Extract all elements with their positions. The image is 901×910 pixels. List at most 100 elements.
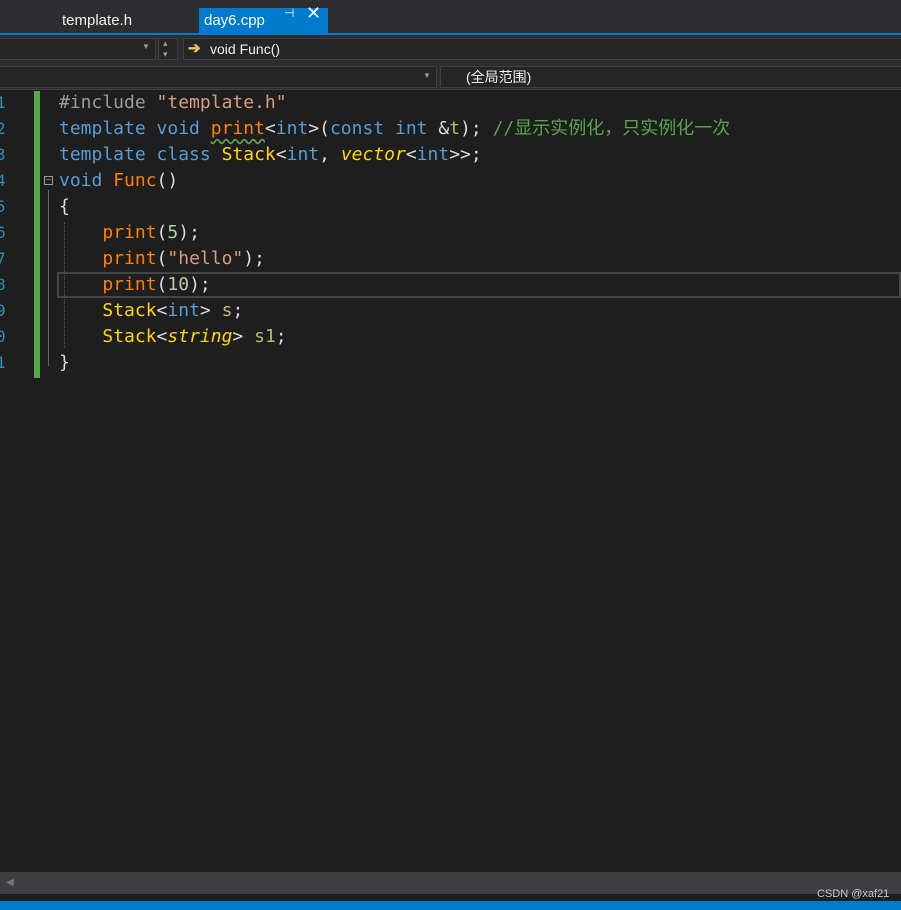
watermark: CSDN @xaf21 [817, 888, 890, 900]
code-token: int [275, 118, 309, 139]
scope-label: (全局范围) [466, 69, 532, 85]
line-number: 4 [0, 171, 6, 190]
code-token: 10 [167, 274, 190, 295]
change-indicator [34, 91, 40, 378]
code-token: ); [460, 118, 493, 139]
line-number: 9 [0, 301, 6, 320]
code-token: string [167, 326, 233, 347]
code-line[interactable]: Stack<int> s; [59, 298, 243, 324]
code-token: print [102, 274, 157, 295]
code-token: Stack [221, 144, 276, 165]
code-token: print [102, 248, 157, 269]
code-editor[interactable] [0, 90, 901, 872]
close-icon[interactable]: ✕ [306, 4, 321, 22]
line-number: 7 [0, 249, 6, 268]
code-token: s [221, 300, 233, 321]
code-token: } [59, 352, 70, 373]
chevron-down-icon[interactable]: ▼ [423, 71, 431, 80]
code-line[interactable]: print(5); [59, 220, 200, 246]
code-token: Stack [102, 300, 157, 321]
status-bar [0, 901, 901, 910]
code-token: Stack [102, 326, 157, 347]
code-line[interactable]: print(10); [59, 272, 211, 298]
line-number: 1 [0, 353, 6, 372]
code-token: ( [156, 248, 168, 269]
code-token: >>; [449, 144, 482, 165]
project-dropdown[interactable] [0, 38, 156, 60]
chevron-down-icon[interactable]: ▼ [142, 42, 150, 51]
function-label: void Func() [210, 41, 281, 57]
code-token: ; [232, 300, 244, 321]
code-line[interactable]: Stack<string> s1; [59, 324, 287, 350]
line-number: 5 [0, 197, 6, 216]
code-token: 5 [167, 222, 179, 243]
code-token: ; [275, 326, 287, 347]
line-number: 8 [0, 275, 6, 294]
code-line[interactable]: } [59, 350, 70, 376]
code-token: int [416, 144, 450, 165]
code-token: print [210, 118, 265, 139]
code-token: template [59, 144, 157, 165]
chevron-up-icon[interactable]: ▴ [163, 38, 168, 49]
code-line[interactable]: print("hello"); [59, 246, 265, 272]
line-number: 1 [0, 93, 6, 112]
code-token: int [286, 144, 320, 165]
code-token: int [395, 118, 439, 139]
code-token: print [102, 222, 157, 243]
code-line[interactable]: #include "template.h" [59, 90, 287, 116]
code-line[interactable]: { [59, 194, 70, 220]
code-token: #include [59, 92, 157, 113]
scroll-left-icon[interactable]: ◀ [6, 876, 14, 890]
code-token: template [59, 118, 157, 139]
arrow-right-icon: ➔ [188, 40, 201, 57]
code-token: < [264, 118, 276, 139]
code-token: ( [156, 274, 168, 295]
member-dropdown[interactable] [0, 66, 437, 88]
code-token: void [156, 118, 211, 139]
code-line[interactable]: template void print<int>(const int &t); … [59, 116, 730, 142]
line-number: 3 [0, 145, 6, 164]
code-token: int [167, 300, 200, 321]
code-token: "hello" [167, 248, 244, 269]
code-token: >( [308, 118, 330, 139]
code-line[interactable]: void Func() [59, 168, 178, 194]
code-token: const [329, 118, 395, 139]
code-token: < [156, 326, 168, 347]
code-token: void [59, 170, 114, 191]
code-token: ); [189, 274, 211, 295]
code-token: & [438, 118, 450, 139]
collapse-icon[interactable]: − [44, 176, 53, 186]
code-token: ( [156, 222, 168, 243]
code-token: < [156, 300, 168, 321]
horizontal-scrollbar[interactable] [0, 872, 901, 894]
code-line[interactable]: template class Stack<int, vector<int>>; [59, 142, 482, 168]
function-dropdown[interactable] [183, 38, 901, 60]
code-token: s1 [254, 326, 276, 347]
code-token: t [449, 118, 461, 139]
code-token: < [405, 144, 417, 165]
pin-icon[interactable]: ⊣ [284, 7, 298, 19]
navigation-spinner[interactable] [158, 38, 178, 60]
code-token: Func [113, 170, 157, 191]
code-token: //显示实例化，只实例化一次 [492, 118, 731, 139]
code-token: class [156, 144, 222, 165]
chevron-down-icon[interactable]: ▾ [163, 49, 168, 60]
code-token: "template.h" [156, 92, 287, 113]
code-token: { [59, 196, 70, 217]
tab-template-h[interactable]: template.h [0, 8, 196, 34]
code-token: > [232, 326, 255, 347]
outline-line [48, 190, 49, 366]
code-token: , [319, 144, 341, 165]
line-number: 6 [0, 223, 6, 242]
line-number: 0 [0, 327, 6, 346]
code-token: < [275, 144, 287, 165]
code-token: () [156, 170, 179, 191]
code-token: ); [178, 222, 200, 243]
code-token: > [199, 300, 222, 321]
code-token: vector [340, 144, 406, 165]
